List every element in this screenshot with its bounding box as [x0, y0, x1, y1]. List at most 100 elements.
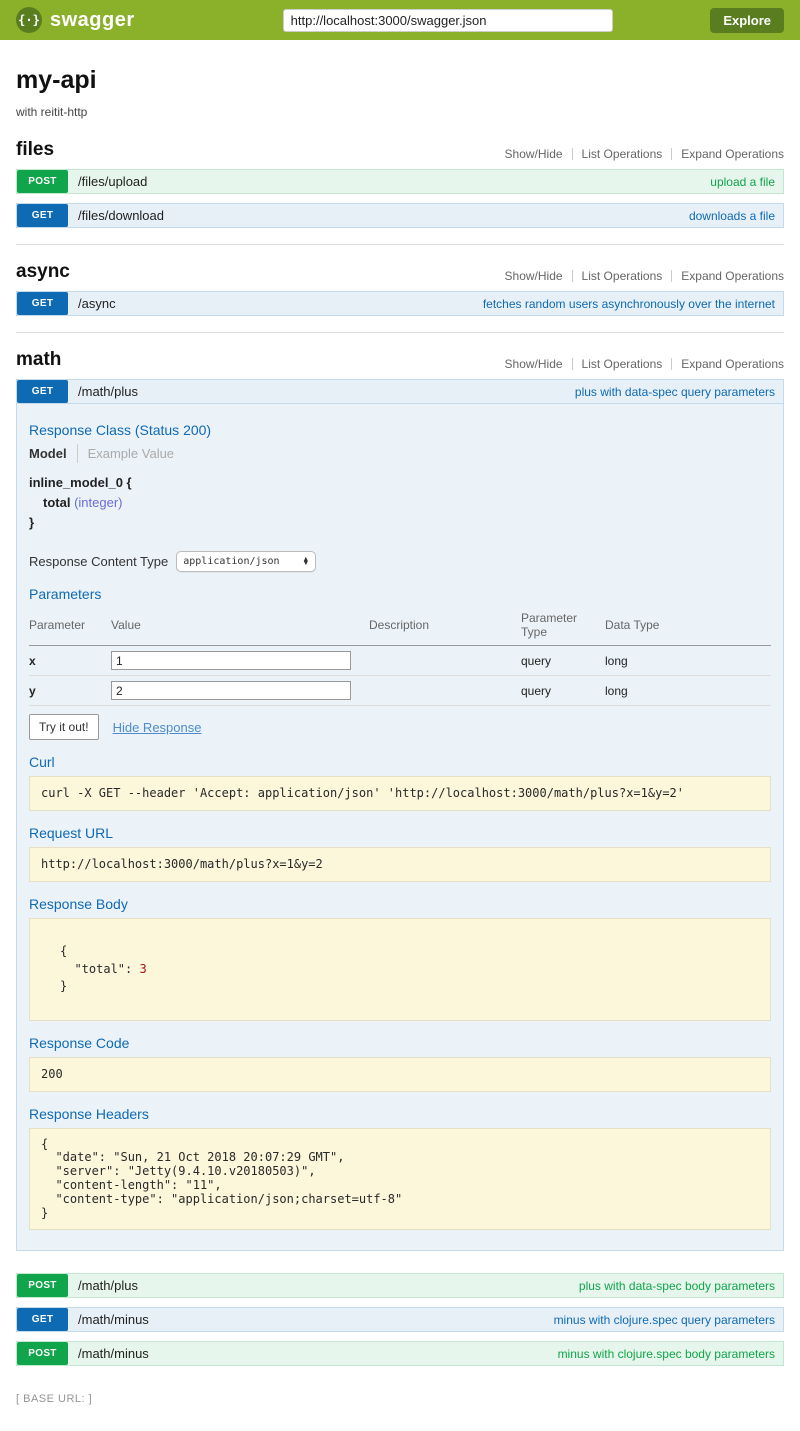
method-badge: POST [17, 1342, 68, 1365]
curl-command: curl -X GET --header 'Accept: applicatio… [29, 776, 771, 811]
divider [671, 358, 672, 370]
section-title-math: math [16, 349, 61, 371]
expand-operations-link[interactable]: Expand Operations [681, 357, 784, 371]
endpoint-summary[interactable]: downloads a file [689, 204, 783, 227]
tab-example-value[interactable]: Example Value [77, 444, 182, 463]
col-header-description: Description [369, 608, 521, 646]
endpoint-row-files-upload[interactable]: POST /files/upload upload a file [16, 169, 784, 194]
response-content-type-select[interactable]: application/json ▲▼ [176, 551, 316, 572]
try-it-out-button[interactable]: Try it out! [29, 714, 99, 740]
show-hide-link[interactable]: Show/Hide [505, 147, 563, 161]
param-row-x: x query long [29, 646, 771, 676]
col-header-value: Value [111, 608, 369, 646]
explore-button[interactable]: Explore [710, 8, 784, 33]
endpoint-path[interactable]: /files/download [68, 204, 164, 227]
response-headers-value: { "date": "Sun, 21 Oct 2018 20:07:29 GMT… [29, 1128, 771, 1231]
endpoint-row-math-minus-post[interactable]: POST /math/minus minus with clojure.spec… [16, 1341, 784, 1366]
param-row-y: y query long [29, 676, 771, 706]
section-title-async: async [16, 261, 70, 283]
response-body-value: { "total": 3 } [29, 918, 771, 1020]
model-close-brace: } [29, 513, 771, 533]
parameters-heading: Parameters [29, 586, 771, 602]
section-header-math: math Show/Hide List Operations Expand Op… [16, 349, 784, 371]
api-subtitle: with reitit-http [16, 105, 784, 119]
col-header-parameter-type: Parameter Type [521, 608, 605, 646]
endpoint-row-math-minus-get[interactable]: GET /math/minus minus with clojure.spec … [16, 1307, 784, 1332]
response-class-heading: Response Class (Status 200) [29, 422, 771, 438]
list-operations-link[interactable]: List Operations [582, 357, 663, 371]
param-y-input[interactable] [111, 681, 351, 700]
show-hide-link[interactable]: Show/Hide [505, 269, 563, 283]
endpoint-path[interactable]: /math/minus [68, 1342, 149, 1365]
param-description [369, 646, 521, 676]
endpoint-summary[interactable]: minus with clojure.spec query parameters [554, 1308, 783, 1331]
model-property-type: (integer) [74, 495, 122, 510]
param-name: x [29, 646, 111, 676]
page-footer: [ BASE URL: ] [0, 1375, 800, 1431]
endpoint-path[interactable]: /math/plus [68, 380, 138, 403]
list-operations-link[interactable]: List Operations [582, 147, 663, 161]
section-header-async: async Show/Hide List Operations Expand O… [16, 261, 784, 283]
swagger-url-input[interactable] [283, 9, 613, 32]
divider [572, 358, 573, 370]
list-operations-link[interactable]: List Operations [582, 269, 663, 283]
response-content-type-row: Response Content Type application/json ▲… [29, 551, 771, 572]
endpoint-path[interactable]: /async [68, 292, 116, 315]
model-name: inline_model_0 { [29, 475, 132, 490]
section-controls: Show/Hide List Operations Expand Operati… [505, 357, 784, 371]
param-name: y [29, 676, 111, 706]
expand-operations-link[interactable]: Expand Operations [681, 269, 784, 283]
endpoint-path[interactable]: /files/upload [68, 170, 147, 193]
model-tabs: Model Example Value [29, 444, 771, 463]
select-value: application/json [183, 556, 279, 567]
response-content-type-label: Response Content Type [29, 554, 168, 569]
json-number: 3 [139, 962, 146, 976]
section-controls: Show/Hide List Operations Expand Operati… [505, 147, 784, 161]
json-open-brace: { [60, 944, 67, 958]
section-separator [16, 332, 784, 333]
param-type: query [521, 646, 605, 676]
tab-model[interactable]: Model [29, 444, 75, 463]
show-hide-link[interactable]: Show/Hide [505, 357, 563, 371]
endpoint-summary[interactable]: plus with data-spec query parameters [575, 380, 783, 403]
operation-actions: Try it out! Hide Response [29, 714, 771, 740]
divider [572, 148, 573, 160]
endpoint-summary[interactable]: plus with data-spec body parameters [579, 1274, 783, 1297]
section-controls: Show/Hide List Operations Expand Operati… [505, 269, 784, 283]
hide-response-link[interactable]: Hide Response [113, 720, 202, 735]
endpoint-summary[interactable]: fetches random users asynchronously over… [483, 292, 783, 315]
section-header-files: files Show/Hide List Operations Expand O… [16, 139, 784, 161]
curl-heading: Curl [29, 754, 771, 770]
section-title-files: files [16, 139, 54, 161]
param-type: query [521, 676, 605, 706]
endpoint-row-math-plus-post[interactable]: POST /math/plus plus with data-spec body… [16, 1273, 784, 1298]
endpoint-row-files-download[interactable]: GET /files/download downloads a file [16, 203, 784, 228]
swagger-logo[interactable]: {·} swagger [16, 7, 135, 33]
method-badge: GET [17, 1308, 68, 1331]
method-badge: POST [17, 170, 68, 193]
endpoint-row-math-plus-get[interactable]: GET /math/plus plus with data-spec query… [16, 379, 784, 404]
param-x-input[interactable] [111, 651, 351, 670]
endpoint-row-async[interactable]: GET /async fetches random users asynchro… [16, 291, 784, 316]
method-badge: GET [17, 204, 68, 227]
model-property: total [43, 495, 70, 510]
response-body-heading: Response Body [29, 896, 771, 912]
section-separator [16, 244, 784, 245]
response-headers-heading: Response Headers [29, 1106, 771, 1122]
logo-text: swagger [50, 9, 135, 32]
method-badge: GET [17, 380, 68, 403]
endpoint-path[interactable]: /math/minus [68, 1308, 149, 1331]
endpoint-path[interactable]: /math/plus [68, 1274, 138, 1297]
expand-operations-link[interactable]: Expand Operations [681, 147, 784, 161]
updown-arrows-icon: ▲▼ [302, 558, 309, 566]
parameters-table: Parameter Value Description Parameter Ty… [29, 608, 771, 706]
operation-expanded-panel: Response Class (Status 200) Model Exampl… [16, 404, 784, 1251]
base-url-label: [ BASE URL: ] [16, 1393, 92, 1405]
json-close-brace: } [60, 979, 67, 993]
top-header: {·} swagger Explore [0, 0, 800, 40]
endpoint-summary[interactable]: minus with clojure.spec body parameters [558, 1342, 783, 1365]
endpoint-summary[interactable]: upload a file [710, 170, 783, 193]
param-description [369, 676, 521, 706]
method-badge: GET [17, 292, 68, 315]
api-title: my-api [16, 66, 784, 95]
